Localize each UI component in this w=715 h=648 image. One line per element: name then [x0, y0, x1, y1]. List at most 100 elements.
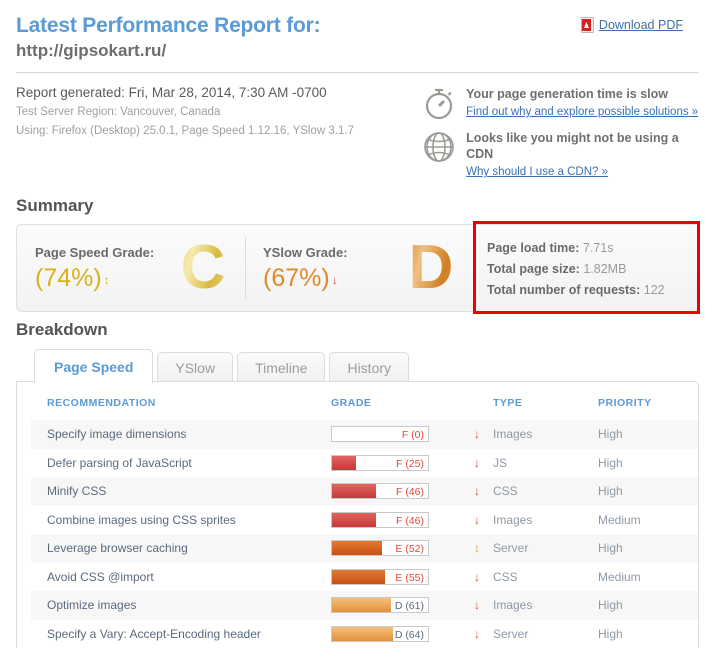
download-pdf-button[interactable]: Download PDF [580, 17, 683, 33]
recommendation-label[interactable]: Defer parsing of JavaScript [47, 456, 192, 470]
recommendation-label[interactable]: Optimize images [47, 598, 136, 612]
table-header-row: RECOMMENDATION GRADE TYPE PRIORITY [31, 382, 698, 420]
priority-label: Medium [598, 569, 641, 584]
cell-priority: Medium [598, 506, 698, 535]
stat-value: 1.82MB [583, 262, 627, 276]
table-row[interactable]: Defer parsing of JavaScript F (25) ↓ JS High [31, 449, 698, 478]
grade-bar-label: E (52) [395, 543, 424, 556]
cell-direction: ↕ [461, 534, 493, 563]
grade-labels: Page Speed Grade: (74%) ↕ [35, 243, 175, 293]
grade-bar: E (52) [331, 540, 429, 557]
grade-bar: E (55) [331, 568, 429, 585]
cell-grade: F (25) [331, 449, 461, 478]
column-type[interactable]: TYPE [493, 382, 598, 420]
recommendation-label[interactable]: Leverage browser caching [47, 541, 188, 555]
alert-link[interactable]: Find out why and explore possible soluti… [466, 104, 698, 120]
grade-bar: F (46) [331, 483, 429, 500]
stat-page-load-time: Page load time: 7.71s [487, 238, 698, 259]
priority-label: High [598, 598, 623, 613]
recommendation-label[interactable]: Combine images using CSS sprites [47, 513, 236, 527]
cell-priority: High [598, 477, 698, 506]
tab-yslow[interactable]: YSlow [157, 352, 234, 383]
column-grade[interactable]: GRADE [331, 382, 461, 420]
grade-bar-fill [332, 598, 391, 613]
download-pdf-label[interactable]: Download PDF [599, 18, 683, 32]
tab-page-speed[interactable]: Page Speed [34, 349, 154, 383]
priority-label: High [598, 484, 623, 499]
column-priority[interactable]: PRIORITY [598, 382, 698, 420]
grade-label: Page Speed Grade: [35, 245, 155, 260]
table-body: Specify image dimensions F (0) ↓ Images High… [31, 420, 698, 648]
table-head: RECOMMENDATION GRADE TYPE PRIORITY [31, 382, 698, 420]
table-row[interactable]: Minify CSS F (46) ↓ CSS High [31, 477, 698, 506]
table-row[interactable]: Specify a Vary: Accept-Encoding header D … [31, 620, 698, 648]
grade-bar-label: E (55) [395, 571, 424, 584]
alert-body: Looks like you might not be using a CDN … [466, 129, 699, 180]
grade-bar-fill [332, 484, 377, 499]
tab-timeline[interactable]: Timeline [237, 352, 326, 383]
page-speed-grade-letter: C [175, 237, 231, 299]
tab-history[interactable]: History [329, 352, 410, 383]
alert-page-generation-time: Your page generation time is slow Find o… [421, 85, 699, 121]
summary-heading: Summary [16, 196, 94, 215]
recommendation-label[interactable]: Specify a Vary: Accept-Encoding header [47, 627, 261, 641]
stat-label: Total number of requests: [487, 283, 641, 297]
cell-grade: F (46) [331, 506, 461, 535]
breakdown-tabs: Page Speed YSlow Timeline History [16, 348, 699, 383]
column-recommendation[interactable]: RECOMMENDATION [31, 382, 331, 420]
table-row[interactable]: Combine images using CSS sprites F (46) ↓ I… [31, 506, 698, 535]
yslow-grade-cell: YSlow Grade: (67%) ↓ D [245, 225, 473, 311]
cell-type: JS [493, 449, 598, 478]
tools-used: Using: Firefox (Desktop) 25.0.1, Page Sp… [16, 125, 354, 137]
trend-down-icon: ↓ [331, 273, 338, 287]
table-row[interactable]: Optimize images D (61) ↓ Images High [31, 591, 698, 620]
grade-bar-label: F (25) [395, 457, 424, 470]
report-header: Latest Performance Report for: http://gi… [16, 0, 699, 73]
arrow-down-icon: ↓ [474, 598, 480, 613]
stat-value: 122 [643, 283, 665, 297]
report-generated: Report generated: Fri, Mar 28, 2014, 7:3… [16, 85, 327, 100]
cell-priority: Medium [598, 563, 698, 592]
recommendation-label[interactable]: Avoid CSS @import [47, 570, 154, 584]
cell-direction: ↓ [461, 620, 493, 648]
recommendation-label[interactable]: Specify image dimensions [47, 427, 186, 441]
stat-label: Page load time: [487, 241, 580, 255]
cell-direction: ↓ [461, 420, 493, 449]
grade-bar-fill [332, 455, 356, 470]
grade-percent: (74%) [35, 264, 102, 292]
type-label: JS [493, 455, 508, 470]
cell-grade: D (64) [331, 620, 461, 648]
arrow-down-icon: ↓ [474, 455, 480, 470]
report-url: http://gipsokart.ru/ [16, 41, 167, 60]
meta-and-alerts: Report generated: Fri, Mar 28, 2014, 7:3… [16, 73, 699, 188]
cell-priority: High [598, 449, 698, 478]
arrow-up-down-icon: ↕ [474, 541, 480, 556]
alert-link[interactable]: Why should I use a CDN? » [466, 164, 608, 180]
grade-label: YSlow Grade: [263, 245, 348, 260]
cell-grade: F (46) [331, 477, 461, 506]
table-row[interactable]: Specify image dimensions F (0) ↓ Images High [31, 420, 698, 449]
cell-recommendation: Avoid CSS @import [31, 563, 331, 592]
grade-bar-fill [332, 626, 394, 641]
cell-type: Images [493, 591, 598, 620]
cell-priority: High [598, 620, 698, 648]
table-row[interactable]: Avoid CSS @import E (55) ↓ CSS Medium [31, 563, 698, 592]
recommendation-label[interactable]: Minify CSS [47, 484, 106, 498]
cell-direction: ↓ [461, 477, 493, 506]
grade-bar: F (46) [331, 511, 429, 528]
cell-recommendation: Defer parsing of JavaScript [31, 449, 331, 478]
stat-total-page-size: Total page size: 1.82MB [487, 259, 698, 280]
alert-no-cdn: Looks like you might not be using a CDN … [421, 129, 699, 180]
cell-grade: E (52) [331, 534, 461, 563]
stat-value: 7.71s [582, 241, 614, 255]
grade-bar-fill [332, 569, 385, 584]
cell-recommendation: Minify CSS [31, 477, 331, 506]
cell-type: CSS [493, 563, 598, 592]
breakdown-heading: Breakdown [16, 320, 108, 339]
table-row[interactable]: Leverage browser caching E (52) ↕ Server Hig… [31, 534, 698, 563]
grade-bar-label: F (46) [395, 486, 424, 499]
header-divider [16, 72, 699, 73]
grade-bar-fill [332, 512, 377, 527]
column-direction [461, 382, 493, 420]
cell-direction: ↓ [461, 506, 493, 535]
